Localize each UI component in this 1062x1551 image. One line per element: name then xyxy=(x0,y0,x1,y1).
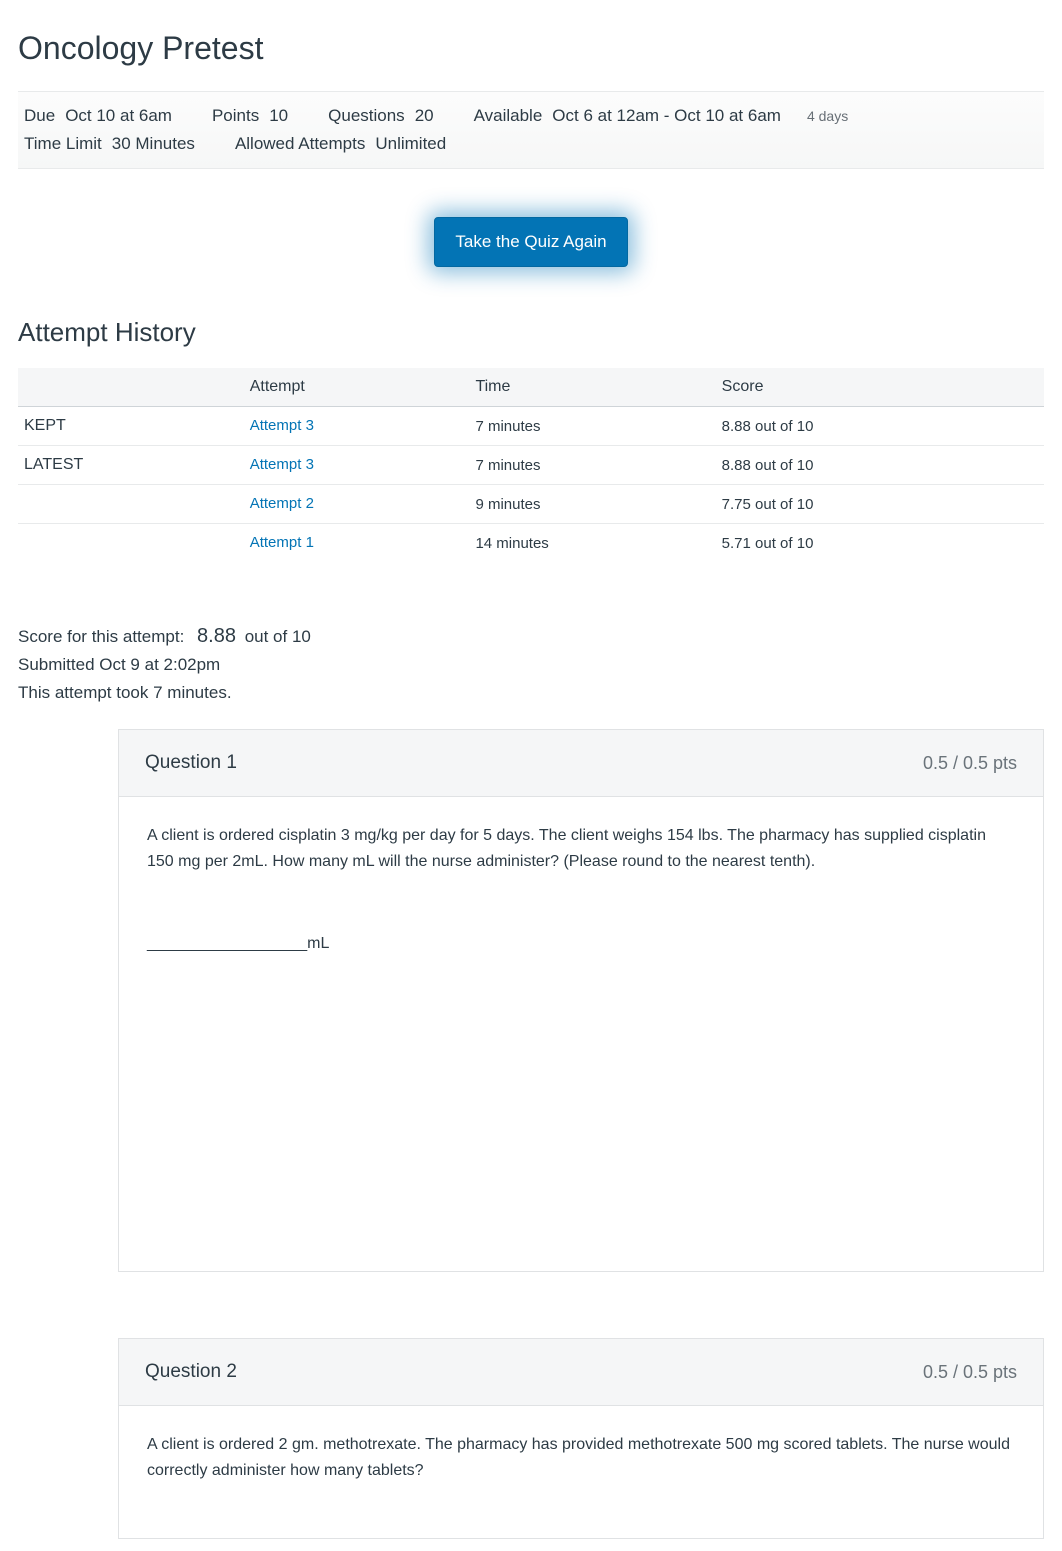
table-row: Attempt 1 14 minutes 5.71 out of 10 xyxy=(18,524,1044,563)
col-header-attempt: Attempt xyxy=(244,368,470,407)
timelimit-label: Time Limit xyxy=(24,130,102,158)
attempt-summary: Score for this attempt: 8.88 out of 10 S… xyxy=(18,622,1044,707)
row-tag: LATEST xyxy=(18,446,244,485)
submitted-line: Submitted Oct 9 at 2:02pm xyxy=(18,651,1044,679)
row-tag: KEPT xyxy=(18,407,244,446)
quiz-meta: Due Oct 10 at 6am Points 10 Questions 20… xyxy=(18,91,1044,169)
question-points: 0.5 / 0.5 pts xyxy=(923,1362,1017,1383)
attempt-history-table: Attempt Time Score KEPT Attempt 3 7 minu… xyxy=(18,368,1044,562)
questions-value: 20 xyxy=(415,102,434,130)
row-score: 8.88 out of 10 xyxy=(716,446,1044,485)
questions-label: Questions xyxy=(328,102,405,130)
row-score: 8.88 out of 10 xyxy=(716,407,1044,446)
question-title: Question 2 xyxy=(145,1361,237,1383)
take-quiz-again-button[interactable]: Take the Quiz Again xyxy=(434,217,627,267)
table-row: KEPT Attempt 3 7 minutes 8.88 out of 10 xyxy=(18,407,1044,446)
question-text: A client is ordered cisplatin 3 mg/kg pe… xyxy=(147,823,1015,875)
col-header-time: Time xyxy=(469,368,715,407)
timelimit-value: 30 Minutes xyxy=(112,130,195,158)
attempt-link[interactable]: Attempt 3 xyxy=(250,456,314,473)
duration-line: This attempt took 7 minutes. xyxy=(18,679,1044,707)
due-value: Oct 10 at 6am xyxy=(65,102,172,130)
available-value: Oct 6 at 12am - Oct 10 at 6am xyxy=(552,102,781,130)
question-block-2: Question 2 0.5 / 0.5 pts A client is ord… xyxy=(118,1338,1044,1539)
attempts-value: Unlimited xyxy=(375,130,446,158)
col-header-score: Score xyxy=(716,368,1044,407)
row-score: 5.71 out of 10 xyxy=(716,524,1044,563)
row-tag xyxy=(18,524,244,563)
question-points: 0.5 / 0.5 pts xyxy=(923,753,1017,774)
page-title: Oncology Pretest xyxy=(18,30,1044,67)
row-time: 9 minutes xyxy=(469,485,715,524)
row-time: 14 minutes xyxy=(469,524,715,563)
available-note: 4 days xyxy=(807,102,848,130)
due-label: Due xyxy=(24,102,55,130)
row-score: 7.75 out of 10 xyxy=(716,485,1044,524)
points-value: 10 xyxy=(269,102,288,130)
row-time: 7 minutes xyxy=(469,407,715,446)
table-row: Attempt 2 9 minutes 7.75 out of 10 xyxy=(18,485,1044,524)
points-label: Points xyxy=(212,102,259,130)
attempt-history-heading: Attempt History xyxy=(18,317,1044,348)
question-block-1: Question 1 0.5 / 0.5 pts A client is ord… xyxy=(118,729,1044,1272)
available-label: Available xyxy=(474,102,543,130)
row-time: 7 minutes xyxy=(469,446,715,485)
attempt-link[interactable]: Attempt 3 xyxy=(250,417,314,434)
score-suffix: out of 10 xyxy=(245,627,311,646)
attempt-link[interactable]: Attempt 1 xyxy=(250,534,314,551)
answer-blank: __________________mL xyxy=(147,931,1015,957)
question-title: Question 1 xyxy=(145,752,237,774)
attempts-label: Allowed Attempts xyxy=(235,130,365,158)
score-value: 8.88 xyxy=(197,625,236,647)
attempt-link[interactable]: Attempt 2 xyxy=(250,495,314,512)
question-text: A client is ordered 2 gm. methotrexate. … xyxy=(147,1432,1015,1484)
score-label: Score for this attempt: xyxy=(18,627,184,646)
table-row: LATEST Attempt 3 7 minutes 8.88 out of 1… xyxy=(18,446,1044,485)
row-tag xyxy=(18,485,244,524)
